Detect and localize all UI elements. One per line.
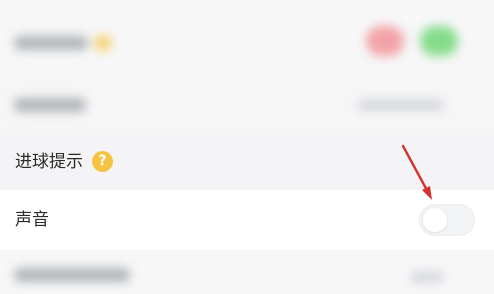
blurred-label	[14, 98, 86, 112]
blurred-label	[14, 268, 130, 282]
blurred-value	[358, 100, 444, 110]
question-circle-icon[interactable]: ?	[92, 151, 113, 172]
blurred-setting-row-1	[0, 0, 494, 80]
annotation-arrow-icon	[401, 144, 432, 200]
blurred-label	[14, 36, 88, 50]
toggle-knob	[423, 208, 447, 232]
blurred-green-button	[420, 26, 458, 56]
blurred-setting-row-5	[0, 250, 494, 294]
goal-alert-label: 进球提示	[15, 152, 83, 172]
blurred-value	[410, 272, 444, 282]
sound-label: 声音	[15, 210, 49, 230]
blurred-badge	[94, 35, 112, 51]
sound-toggle[interactable]	[419, 204, 475, 236]
blurred-red-button	[366, 26, 404, 56]
blurred-setting-row-2	[0, 80, 494, 130]
